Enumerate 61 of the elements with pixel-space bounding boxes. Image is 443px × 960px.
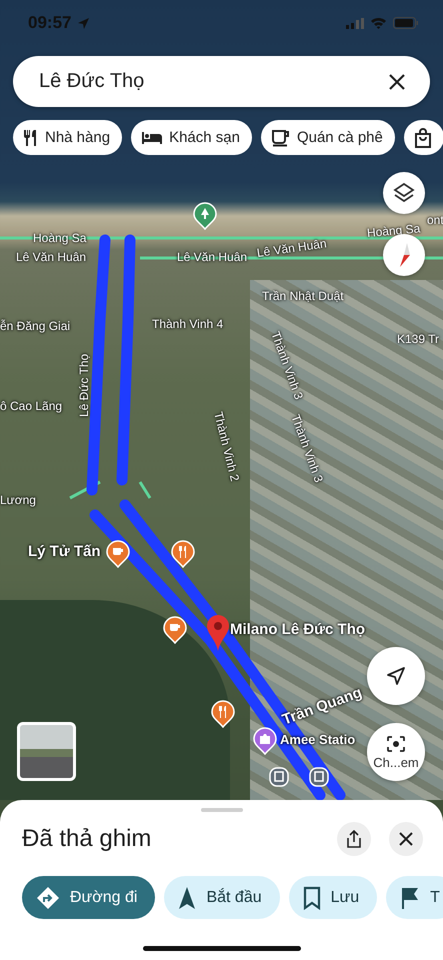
street-label: K139 Tr: [397, 332, 440, 346]
street-label: Hoàng Sa: [366, 221, 421, 240]
flag-icon: [400, 886, 420, 910]
signal-icon: [346, 18, 364, 28]
action-button[interactable]: Bắt đầu: [164, 876, 280, 919]
bus-pin-icon[interactable]: [269, 767, 289, 787]
street-label: Hoàng Sa: [33, 231, 86, 245]
street-label: Lê Văn Huân: [256, 236, 328, 260]
layers-icon: [393, 182, 415, 204]
location-arrow-icon: [77, 16, 90, 30]
street-label: Milano Lê Đức Thọ: [230, 621, 366, 638]
wifi-icon: [370, 17, 387, 29]
street-label: Lê Văn Huân: [16, 250, 86, 264]
street-label: Thành Vinh 3: [288, 412, 326, 484]
fork-knife-icon: [23, 128, 39, 146]
sheet-title: Đã thả ghim: [22, 825, 152, 853]
action-button[interactable]: T: [386, 876, 443, 919]
street-label: Thành Vinh 3: [268, 330, 306, 402]
restaurant-pin-icon[interactable]: [211, 700, 235, 728]
park-pin-icon[interactable]: [193, 202, 217, 230]
status-time: 09:57: [28, 13, 72, 33]
bed-icon: [141, 130, 164, 144]
photo-pin-icon[interactable]: [253, 727, 277, 755]
search-input[interactable]: Lê Đức Thọ: [39, 70, 380, 93]
navigation-arrow-icon: [386, 666, 406, 686]
street-label: Lương: [0, 493, 36, 507]
restaurant-pin-icon[interactable]: [171, 540, 195, 568]
share-icon: [346, 830, 362, 848]
compass-icon: [397, 242, 411, 268]
category-chip[interactable]: Khách sạn: [131, 120, 252, 155]
category-chip[interactable]: Quán cà phê: [260, 120, 395, 155]
navigation-arrow-icon: [178, 886, 196, 910]
map-pin-icon: [206, 614, 230, 652]
category-chip[interactable]: Nhà hàng: [13, 120, 122, 155]
cup-icon: [270, 128, 291, 146]
camera-lens-icon: [386, 734, 406, 752]
street-view-thumbnail[interactable]: [17, 722, 76, 781]
sheet-handle[interactable]: [200, 808, 242, 812]
battery-icon: [393, 17, 419, 29]
close-icon: [399, 832, 413, 846]
street-label: Trần Quang: [280, 684, 364, 728]
bus-pin-icon[interactable]: [309, 767, 329, 787]
street-label: Lý Tử Tấn: [28, 543, 101, 560]
action-button[interactable]: Lưu: [288, 876, 378, 919]
street-label: ễn Đăng Giai: [0, 319, 70, 333]
share-button[interactable]: [337, 822, 371, 856]
street-label: Trần Nhật Duật: [262, 289, 344, 303]
street-label: ô Cao Lãng: [0, 399, 62, 413]
close-button[interactable]: [389, 822, 423, 856]
search-field[interactable]: Lê Đức Thọ: [13, 56, 430, 107]
cafe-pin-icon[interactable]: [163, 616, 187, 644]
street-label: Thành Vinh 2: [211, 410, 242, 483]
cafe-pin-icon[interactable]: [106, 540, 130, 568]
close-icon: [389, 74, 405, 90]
shopping-bag-icon: [414, 128, 432, 148]
street-label: Thành Vinh 4: [152, 317, 224, 331]
bookmark-icon: [302, 886, 321, 910]
street-label: Lê Văn Huân: [177, 250, 248, 264]
directions-icon: [36, 886, 60, 910]
action-button[interactable]: Đường đi: [22, 876, 156, 919]
street-label: Lê Đức Thọ: [77, 354, 91, 417]
